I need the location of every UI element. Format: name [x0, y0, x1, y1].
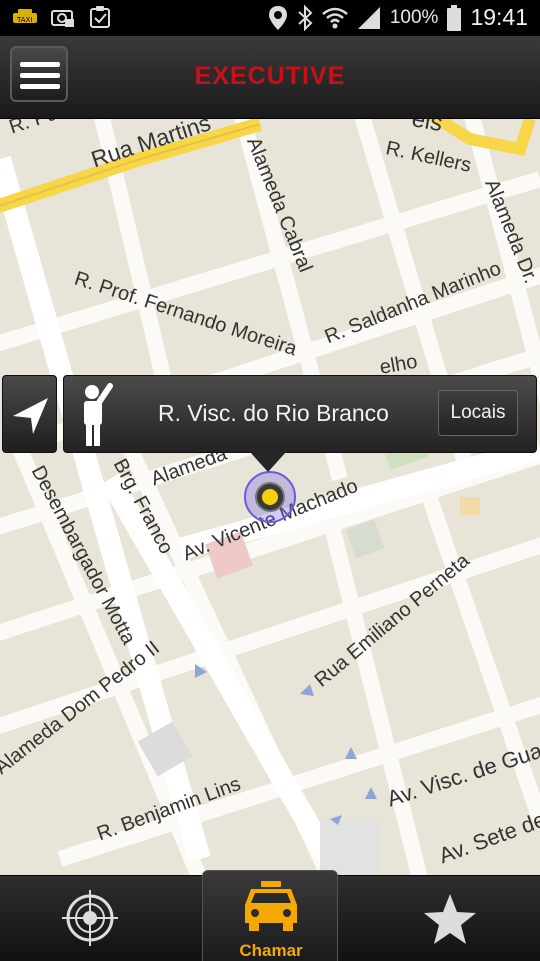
battery-icon: [447, 4, 462, 31]
signal-icon: [357, 6, 380, 29]
navigation-arrow-icon: [13, 398, 48, 434]
crosshair-target-icon: [62, 890, 118, 946]
app-bar: EXECUTIVE: [0, 36, 540, 119]
status-bar: TAXI 100% 19:41: [0, 0, 540, 36]
star-icon: [424, 894, 476, 944]
app-logo-title: EXECUTIVE: [194, 62, 346, 90]
wifi-icon: [322, 7, 348, 28]
bluetooth-icon: [298, 4, 313, 31]
clock: 19:41: [470, 4, 528, 30]
notification-icons: TAXI: [12, 5, 112, 29]
system-status: 100% 19:41: [268, 4, 528, 31]
taxi-app-icon: TAXI: [13, 9, 37, 24]
locais-button[interactable]: Locais: [438, 390, 518, 436]
taxi-icon: [245, 881, 297, 931]
camera-lock-icon: [51, 10, 74, 27]
location-pin-marker[interactable]: [240, 467, 300, 527]
tab-target[interactable]: [0, 876, 180, 961]
address-text: R. Visc. do Rio Branco: [158, 400, 389, 426]
tab-chamar-label: Chamar: [239, 941, 303, 960]
navigate-button[interactable]: [2, 375, 57, 453]
location-icon: [268, 5, 287, 30]
map-view[interactable]: R. Padre Rua Martins Alameda Cabral R. K…: [0, 119, 540, 875]
svg-text:TAXI: TAXI: [16, 16, 32, 24]
address-popup[interactable]: R. Visc. do Rio Branco Locais: [63, 375, 537, 453]
tab-chamar[interactable]: Chamar: [202, 870, 338, 961]
clipboard-icon: [90, 6, 110, 28]
tab-favorites[interactable]: [360, 876, 540, 961]
bottom-tab-bar: Chamar: [0, 870, 540, 961]
popup-pointer: [250, 452, 286, 472]
battery-percent: 100%: [389, 6, 439, 28]
hailing-person-icon: [84, 383, 113, 446]
